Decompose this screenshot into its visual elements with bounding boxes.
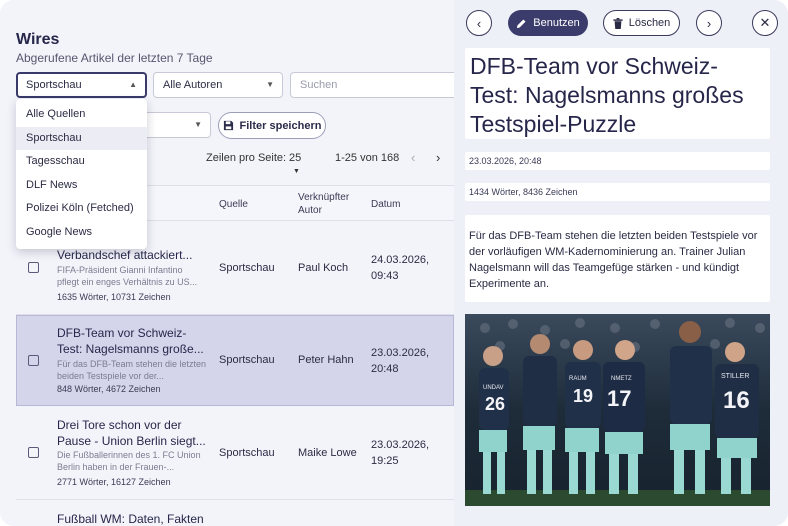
caret-down-icon: ▼ <box>194 120 202 129</box>
next-page-button[interactable]: › <box>436 150 440 165</box>
jersey-name: RAUM <box>569 376 587 382</box>
row-date-day: 23.03.2026, <box>371 347 430 359</box>
article-photo: UNDAV 26 RAUM 19 NMETZ 17 STILLER 16 <box>465 314 770 506</box>
previous-article-button[interactable]: ‹ <box>466 10 492 36</box>
row-title: DFB-Team vor Schweiz-Test: Nagelsmanns g… <box>57 326 204 356</box>
row-author: Paul Koch <box>298 262 349 274</box>
row-author: Maike Lowe <box>298 447 357 459</box>
chevron-left-icon: ‹ <box>411 150 416 165</box>
column-header-date[interactable]: Datum <box>371 198 400 211</box>
author-select[interactable]: Alle Autoren ▼ <box>153 72 283 98</box>
column-header-source[interactable]: Quelle <box>219 198 248 211</box>
menu-item-tagesschau[interactable]: Tagesschau <box>16 150 147 174</box>
use-button-label: Benutzen <box>533 17 580 29</box>
author-select-value: Alle Autoren <box>163 79 223 91</box>
menu-item-dlf-news[interactable]: DLF News <box>16 174 147 198</box>
row-checkbox[interactable] <box>28 447 39 458</box>
save-filter-label: Filter speichern <box>239 119 322 132</box>
table-row[interactable]: Fußball WM: Daten, Fakten <box>16 500 454 526</box>
row-snippet: Die Fußballerinnen des 1. FC Union Berli… <box>57 450 201 472</box>
wires-panel: Wires Abgerufene Artikel der letzten 7 T… <box>0 0 454 526</box>
table-row[interactable]: Drei Tore schon vor der Pause - Union Be… <box>16 406 454 500</box>
chevron-right-icon: › <box>706 15 712 31</box>
pagination-range: 1-25 von 168 <box>335 152 400 164</box>
app-window: Wires Abgerufene Artikel der letzten 7 T… <box>0 0 788 526</box>
row-title: Verbandschef attackiert... <box>57 248 193 262</box>
row-checkbox[interactable] <box>28 355 39 366</box>
jersey-number: 19 <box>573 386 593 406</box>
row-title: Drei Tore schon vor der Pause - Union Be… <box>57 418 206 448</box>
row-author: Peter Hahn <box>298 354 354 366</box>
rows-per-page-value: 25 <box>289 152 302 164</box>
article-headline: DFB-Team vor Schweiz-Test: Nagelsmanns g… <box>465 48 770 139</box>
jersey-number: 26 <box>485 394 505 414</box>
jersey-name: STILLER <box>721 373 749 380</box>
menu-item-sportschau[interactable]: Sportschau <box>16 126 147 150</box>
close-icon: ✕ <box>759 15 771 30</box>
row-checkbox[interactable] <box>28 262 39 273</box>
row-date-day: 23.03.2026, <box>371 439 430 451</box>
page-subtitle: Abgerufene Artikel der letzten 7 Tage <box>16 51 213 65</box>
secondary-filter-select[interactable]: ▼ <box>140 112 211 138</box>
article-body: Für das DFB-Team stehen die letzten beid… <box>465 215 770 302</box>
row-date: 24.03.2026, 09:43 <box>371 252 429 284</box>
page-title: Wires <box>16 31 60 48</box>
article-date: 23.03.2026, 20:48 <box>465 152 770 170</box>
next-article-button[interactable]: › <box>696 10 722 36</box>
team-photo-illustration: UNDAV 26 RAUM 19 NMETZ 17 STILLER 16 <box>465 314 770 506</box>
search-input[interactable]: Suchen <box>290 72 454 98</box>
jersey-number: 16 <box>723 387 750 414</box>
trash-icon <box>613 17 623 29</box>
row-meta: 1635 Wörter, 10731 Zeichen <box>57 292 171 302</box>
source-select-value: Sportschau <box>26 79 82 91</box>
pencil-icon <box>517 18 526 28</box>
article-stats: 1434 Wörter, 8436 Zeichen <box>465 183 770 201</box>
caret-down-icon: ▼ <box>293 168 300 175</box>
caret-down-icon: ▼ <box>266 80 274 89</box>
row-date-time: 09:43 <box>371 270 399 282</box>
source-select[interactable]: Sportschau ▲ <box>16 72 147 98</box>
row-date-time: 20:48 <box>371 363 399 375</box>
row-date-day: 24.03.2026, <box>371 254 430 266</box>
row-title: Fußball WM: Daten, Fakten <box>57 512 204 526</box>
menu-item-google-news[interactable]: Google News <box>16 221 147 245</box>
chevron-right-icon: › <box>436 150 441 165</box>
row-snippet: FIFA-Präsident Gianni Infantino pflegt e… <box>57 265 198 287</box>
table-row-selected[interactable]: DFB-Team vor Schweiz-Test: Nagelsmanns g… <box>16 315 454 406</box>
delete-button-label: Löschen <box>628 17 671 29</box>
row-meta: 848 Wörter, 4672 Zeichen <box>57 384 161 394</box>
caret-up-icon: ▲ <box>129 80 137 89</box>
jersey-name: NMETZ <box>611 376 632 382</box>
row-date: 23.03.2026, 20:48 <box>371 345 429 377</box>
save-filter-button[interactable]: Filter speichern <box>218 112 326 139</box>
row-date: 23.03.2026, 19:25 <box>371 437 429 469</box>
rows-per-page-label: Zeilen pro Seite: <box>206 152 287 164</box>
row-source: Sportschau <box>219 447 275 459</box>
menu-item-polizei-koeln[interactable]: Polizei Köln (Fetched) <box>16 197 147 221</box>
source-dropdown-menu: Alle Quellen Sportschau Tagesschau DLF N… <box>16 99 147 249</box>
jersey-name: UNDAV <box>483 385 504 391</box>
column-header-author[interactable]: Verknüpfter Autor <box>298 191 358 217</box>
row-snippet: Für das DFB-Team stehen die letzten beid… <box>57 359 207 381</box>
floppy-disk-icon <box>223 120 233 131</box>
use-button[interactable]: Benutzen <box>508 10 588 36</box>
close-button[interactable]: ✕ <box>752 10 778 36</box>
row-meta: 2771 Wörter, 16127 Zeichen <box>57 477 171 487</box>
row-source: Sportschau <box>219 262 275 274</box>
prev-page-button[interactable]: ‹ <box>411 150 415 165</box>
delete-button[interactable]: Löschen <box>603 10 680 36</box>
rows-per-page-select[interactable]: 25 ▼ <box>289 152 315 176</box>
row-source: Sportschau <box>219 354 275 366</box>
jersey-number: 17 <box>607 386 631 411</box>
chevron-left-icon: ‹ <box>476 15 482 31</box>
menu-item-all-sources[interactable]: Alle Quellen <box>16 103 147 127</box>
row-date-time: 19:25 <box>371 455 399 467</box>
